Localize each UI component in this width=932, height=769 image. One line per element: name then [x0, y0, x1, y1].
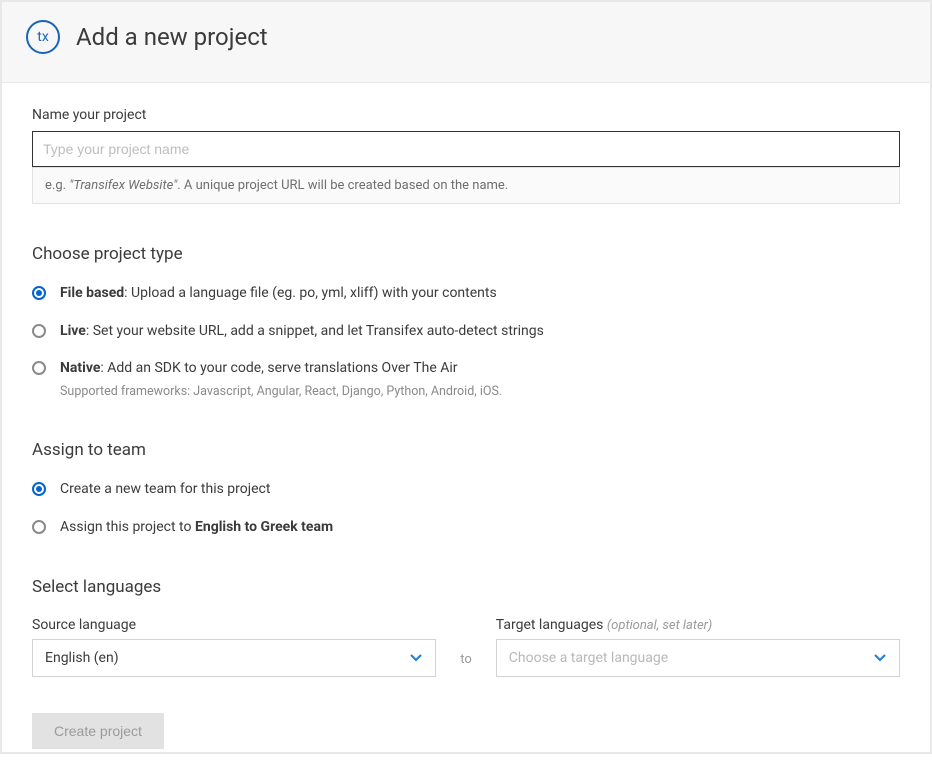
tx-logo-icon: tx	[26, 20, 60, 54]
radio-icon	[32, 520, 46, 534]
source-language-select[interactable]: English (en)	[32, 639, 436, 677]
source-language-value: English (en)	[45, 650, 119, 666]
target-language-select[interactable]: Choose a target language	[496, 639, 900, 677]
option-desc: : Set your website URL, add a snippet, a…	[86, 323, 544, 339]
name-hint: e.g. "Transifex Website". A unique proje…	[32, 167, 900, 204]
chevron-down-icon	[409, 651, 423, 665]
option-name: Native	[60, 360, 100, 376]
radio-label: Live: Set your website URL, add a snippe…	[60, 322, 544, 342]
page-header: tx Add a new project	[2, 2, 930, 83]
team-label-prefix: Assign this project to	[60, 519, 195, 535]
languages-title: Select languages	[32, 577, 900, 597]
chevron-down-icon	[873, 651, 887, 665]
project-type-live[interactable]: Live: Set your website URL, add a snippe…	[32, 322, 900, 342]
source-language-col: Source language English (en)	[32, 617, 436, 677]
form-content: Name your project e.g. "Transifex Websit…	[2, 83, 930, 769]
logo-text: tx	[37, 29, 49, 45]
radio-label: Create a new team for this project	[60, 480, 270, 500]
option-name: Live	[60, 323, 86, 339]
team-title: Assign to team	[32, 440, 900, 460]
create-button-label: Create project	[54, 723, 142, 739]
to-label: to	[460, 652, 472, 677]
radio-icon	[32, 482, 46, 496]
radio-label: Native: Add an SDK to your code, serve t…	[60, 359, 502, 400]
radio-label: File based: Upload a language file (eg. …	[60, 284, 497, 304]
project-type-title: Choose project type	[32, 244, 900, 264]
team-create-new[interactable]: Create a new team for this project	[32, 480, 900, 500]
create-project-button[interactable]: Create project	[32, 713, 164, 749]
hint-suffix: . A unique project URL will be created b…	[177, 178, 508, 193]
hint-example: "Transifex Website"	[69, 178, 177, 193]
option-sub: Supported frameworks: Javascript, Angula…	[60, 383, 502, 401]
hint-prefix: e.g.	[45, 178, 69, 193]
source-language-label: Source language	[32, 617, 436, 633]
target-language-label: Target languages (optional, set later)	[496, 617, 900, 633]
project-name-input[interactable]	[32, 131, 900, 167]
option-name: File based	[60, 285, 124, 301]
project-type-native[interactable]: Native: Add an SDK to your code, serve t…	[32, 359, 900, 400]
team-assign-existing[interactable]: Assign this project to English to Greek …	[32, 518, 900, 538]
page-title: Add a new project	[76, 23, 268, 51]
radio-label: Assign this project to English to Greek …	[60, 518, 333, 538]
target-label-text: Target languages	[496, 617, 607, 633]
radio-icon	[32, 286, 46, 300]
project-type-file-based[interactable]: File based: Upload a language file (eg. …	[32, 284, 900, 304]
radio-icon	[32, 361, 46, 375]
languages-row: Source language English (en) to Target l…	[32, 617, 900, 677]
team-label-bold: English to Greek team	[195, 519, 333, 535]
target-language-placeholder: Choose a target language	[509, 650, 668, 666]
target-optional-text: (optional, set later)	[607, 618, 712, 633]
option-desc: : Add an SDK to your code, serve transla…	[100, 360, 457, 376]
option-desc: : Upload a language file (eg. po, yml, x…	[124, 285, 497, 301]
target-language-col: Target languages (optional, set later) C…	[496, 617, 900, 677]
name-label: Name your project	[32, 107, 900, 123]
radio-icon	[32, 324, 46, 338]
